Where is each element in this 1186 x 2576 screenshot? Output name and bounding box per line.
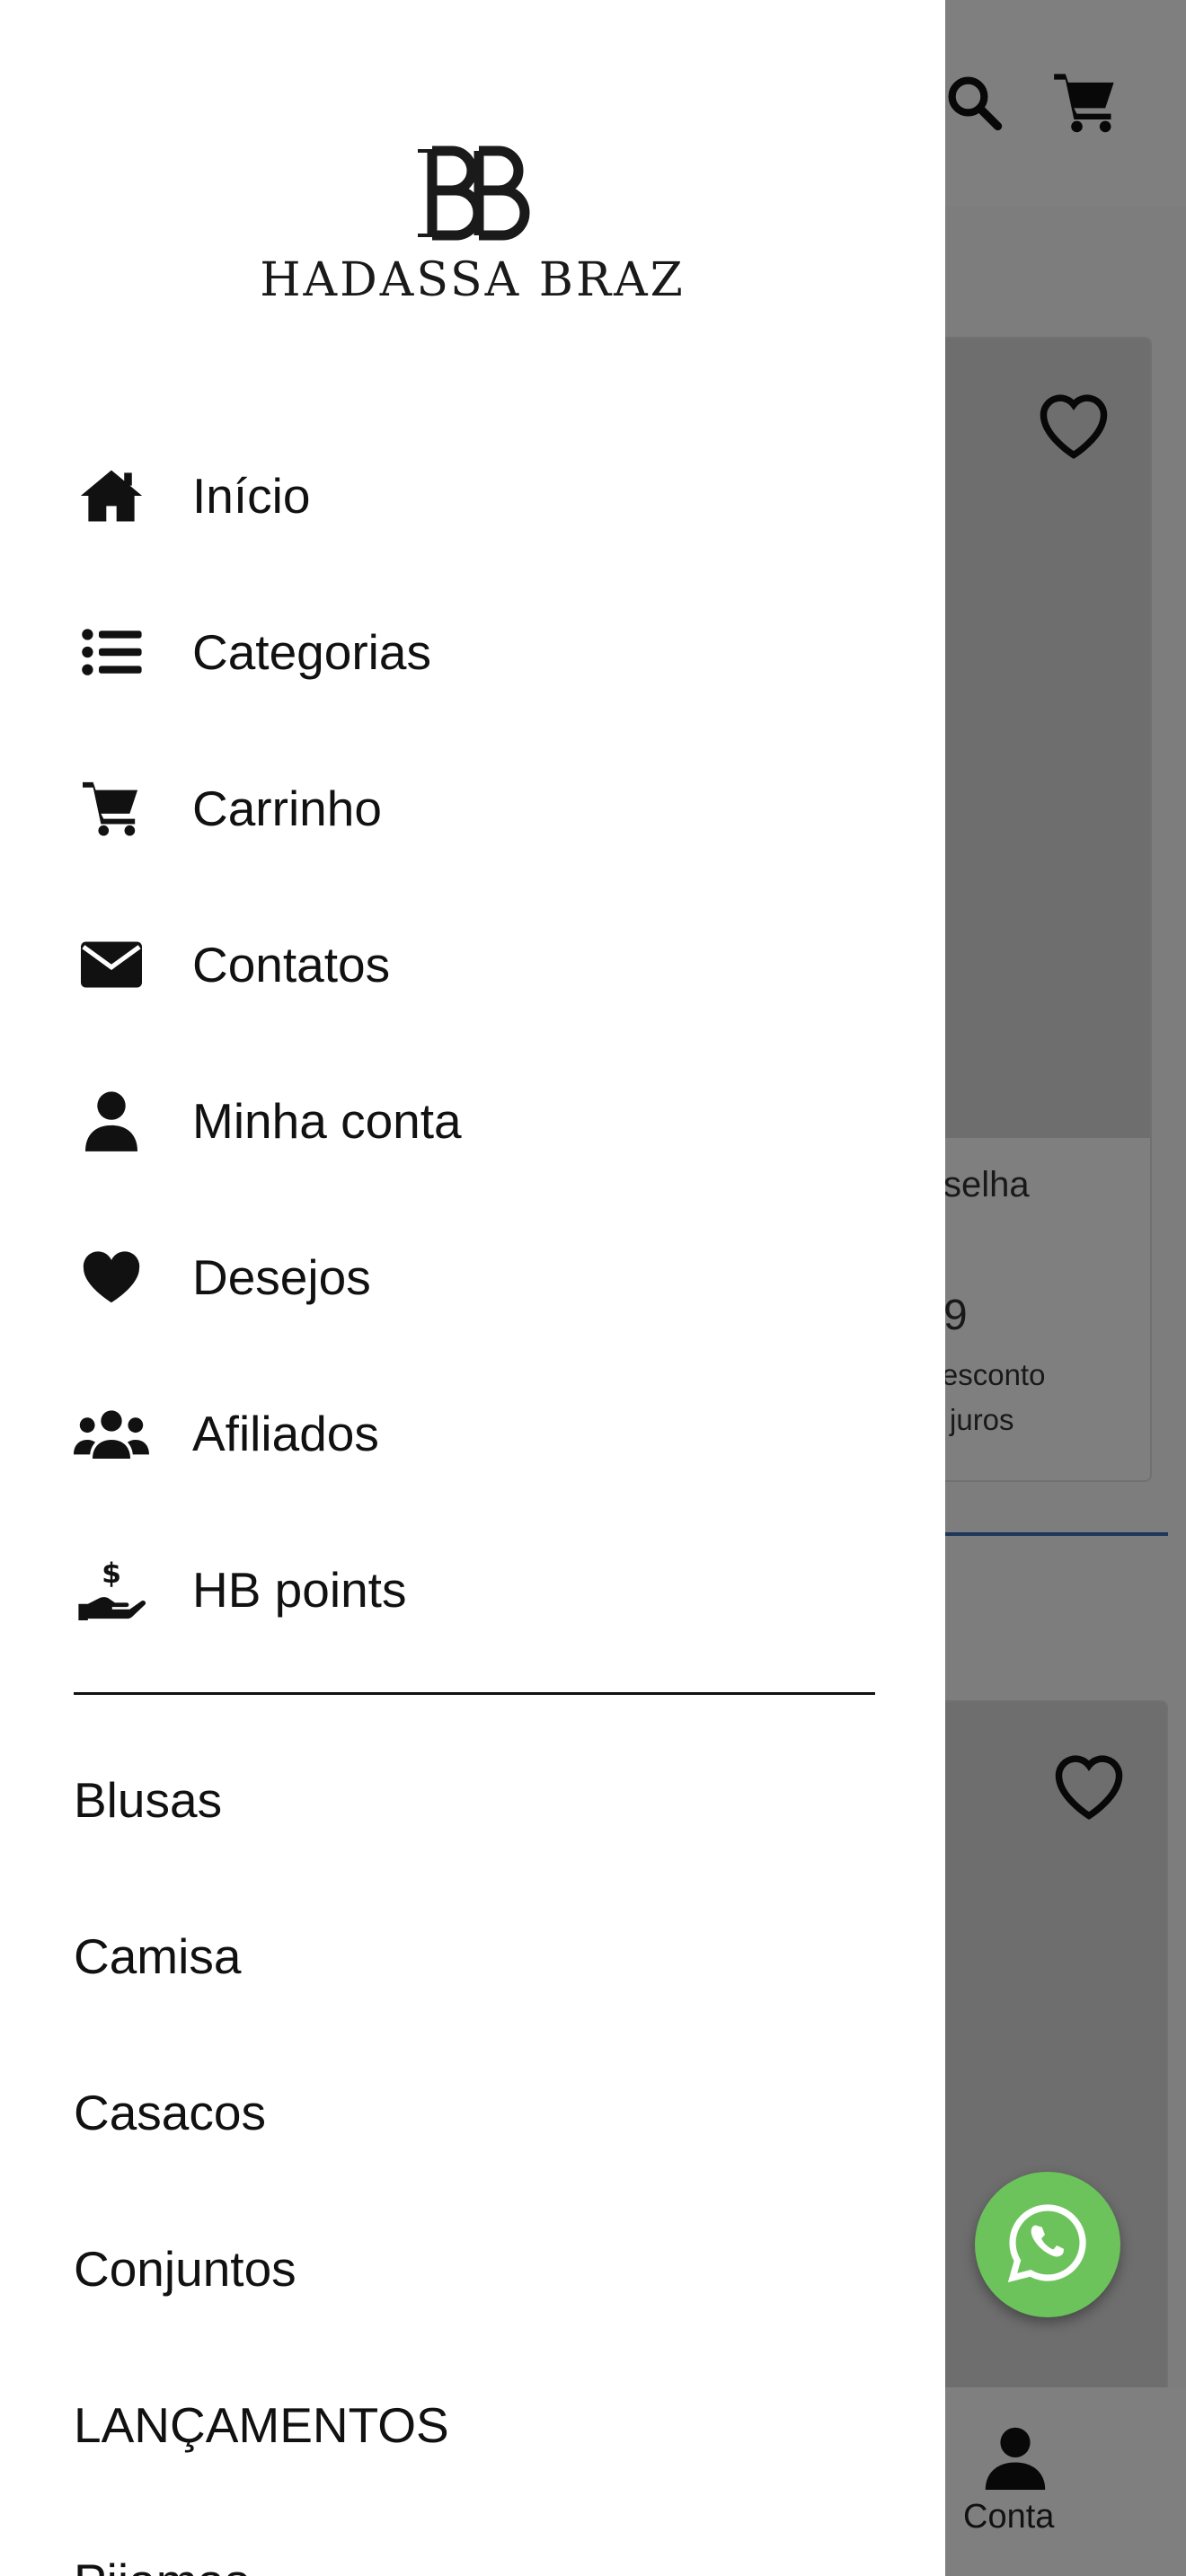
users-icon — [74, 1396, 149, 1471]
menu-item-label: Minha conta — [192, 1093, 462, 1149]
menu-item-label: Carrinho — [192, 781, 382, 836]
menu-item-hb-points[interactable]: $ HB points — [0, 1512, 945, 1668]
category-item[interactable]: Casacos — [0, 2034, 945, 2191]
category-label: Casacos — [74, 2085, 266, 2140]
category-item[interactable]: Conjuntos — [0, 2191, 945, 2347]
navigation-drawer: HADASSA BRAZ Início Categorias Carrinho … — [0, 0, 945, 2576]
menu-item-label: Categorias — [192, 624, 431, 680]
category-label: Conjuntos — [74, 2241, 296, 2297]
category-label: Blusas — [74, 1772, 223, 1828]
menu-item-label: Contatos — [192, 937, 391, 992]
menu-item-inicio[interactable]: Início — [0, 418, 945, 574]
menu-item-label: HB points — [192, 1562, 407, 1618]
whatsapp-button[interactable] — [975, 2172, 1120, 2317]
menu-item-minha-conta[interactable]: Minha conta — [0, 1043, 945, 1199]
category-item[interactable]: Blusas — [0, 1722, 945, 1878]
category-item[interactable]: Camisa — [0, 1878, 945, 2034]
menu-item-label: Afiliados — [192, 1406, 379, 1461]
category-label: Camisa — [74, 1928, 242, 1984]
svg-text:$: $ — [102, 1559, 121, 1590]
menu-item-carrinho[interactable]: Carrinho — [0, 730, 945, 887]
envelope-icon — [74, 927, 149, 1002]
category-label: Pijamas — [74, 2553, 250, 2576]
menu-item-desejos[interactable]: Desejos — [0, 1199, 945, 1355]
menu-item-label: Início — [192, 468, 311, 524]
category-label: LANÇAMENTOS — [74, 2397, 449, 2453]
menu-item-contatos[interactable]: Contatos — [0, 887, 945, 1043]
menu-item-label: Desejos — [192, 1249, 371, 1305]
menu-item-categorias[interactable]: Categorias — [0, 574, 945, 730]
brand-monogram-icon — [418, 146, 530, 241]
heart-icon — [74, 1239, 149, 1315]
brand-name: HADASSA BRAZ — [260, 253, 686, 307]
whatsapp-icon — [1005, 2200, 1091, 2290]
user-icon — [74, 1083, 149, 1159]
menu-item-afiliados[interactable]: Afiliados — [0, 1355, 945, 1512]
menu-divider — [74, 1692, 875, 1695]
category-item[interactable]: Pijamas — [0, 2503, 945, 2576]
list-icon — [74, 614, 149, 690]
hand-coin-icon: $ — [74, 1552, 149, 1628]
home-icon — [74, 458, 149, 534]
cart-icon — [74, 771, 149, 846]
category-item[interactable]: LANÇAMENTOS — [0, 2347, 945, 2503]
brand-logo[interactable]: HADASSA BRAZ — [0, 144, 945, 307]
